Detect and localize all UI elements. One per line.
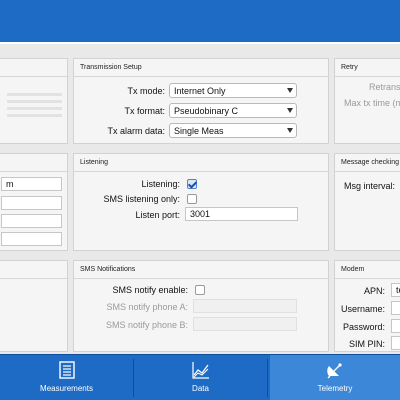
top-header-bar bbox=[0, 0, 400, 44]
list-icon bbox=[58, 361, 75, 384]
tx-format-value: Pseudobinary C bbox=[174, 106, 239, 116]
tab-telemetry-label: Telemetry bbox=[317, 384, 353, 393]
placeholder-stripe bbox=[7, 93, 62, 96]
sms-notify-phone-a-label: SMS notify phone A: bbox=[106, 302, 188, 312]
left-field-2[interactable] bbox=[1, 196, 62, 210]
tx-mode-select[interactable]: Internet Only bbox=[169, 83, 297, 98]
bottom-navigation-bar: Measurements Data Telemetry bbox=[0, 354, 400, 400]
placeholder-stripe bbox=[7, 114, 62, 117]
tab-measurements[interactable]: Measurements bbox=[0, 355, 133, 400]
listen-port-input[interactable]: 3001 bbox=[185, 207, 298, 221]
panel-divider bbox=[335, 76, 400, 77]
panel-divider bbox=[0, 278, 67, 279]
tx-format-label: Tx format: bbox=[124, 106, 165, 116]
dropdown-arrow-icon bbox=[287, 128, 293, 133]
dropdown-arrow-icon bbox=[287, 108, 293, 113]
sms-notify-phone-b-label: SMS notify phone B: bbox=[105, 320, 188, 330]
panel-title: SMS Notifications bbox=[80, 266, 136, 273]
panel-title: Listening bbox=[80, 159, 109, 166]
panel-divider bbox=[335, 278, 400, 279]
panel-title: Retry bbox=[341, 64, 358, 71]
message-checking-panel: Message checking Msg interval: bbox=[334, 153, 400, 251]
sim-pin-label: SIM PIN: bbox=[348, 339, 385, 349]
tx-mode-value: Internet Only bbox=[174, 86, 226, 96]
sms-notifications-panel: SMS Notifications SMS notify enable: SMS… bbox=[73, 260, 329, 352]
panel-title: Transmission Setup bbox=[80, 64, 142, 71]
nav-divider bbox=[267, 359, 268, 397]
sms-listening-only-checkbox[interactable] bbox=[187, 194, 197, 204]
password-label: Password: bbox=[342, 322, 385, 332]
password-input[interactable] bbox=[391, 319, 400, 333]
dropdown-arrow-icon bbox=[287, 88, 293, 93]
tab-data-label: Data bbox=[192, 384, 209, 393]
left-field-3[interactable] bbox=[1, 214, 62, 228]
listening-checkbox[interactable] bbox=[187, 179, 197, 189]
sms-notify-phone-b-input[interactable] bbox=[193, 317, 297, 331]
left-field-1-value: m bbox=[6, 179, 14, 189]
listening-panel: Listening Listening: SMS listening only:… bbox=[73, 153, 329, 251]
satellite-dish-icon bbox=[326, 361, 344, 384]
max-tx-time-label: Max tx time (m bbox=[344, 98, 400, 108]
apn-label: APN: bbox=[363, 286, 385, 296]
placeholder-stripe bbox=[7, 107, 62, 110]
placeholder-stripe bbox=[7, 100, 62, 103]
panel-divider bbox=[335, 171, 400, 172]
sim-pin-input[interactable] bbox=[391, 336, 400, 350]
apn-value: te bbox=[396, 285, 400, 295]
panel-divider bbox=[74, 76, 328, 77]
modem-panel: Modem APN: te Username: Password: SIM PI… bbox=[334, 260, 400, 352]
panel-divider bbox=[74, 278, 328, 279]
tab-measurements-label: Measurements bbox=[40, 384, 93, 393]
sms-listening-only-label: SMS listening only: bbox=[103, 194, 180, 204]
retry-panel: Retry Retransm Max tx time (m bbox=[334, 58, 400, 144]
listen-port-label: Listen port: bbox=[135, 210, 180, 220]
panel-title: Message checking bbox=[341, 159, 399, 166]
tx-alarm-data-select[interactable]: Single Meas bbox=[169, 123, 297, 138]
tx-format-select[interactable]: Pseudobinary C bbox=[169, 103, 297, 118]
tab-telemetry[interactable]: Telemetry bbox=[270, 355, 400, 400]
panel-divider bbox=[0, 171, 67, 172]
tx-alarm-data-value: Single Meas bbox=[174, 126, 224, 136]
tx-alarm-data-label: Tx alarm data: bbox=[107, 126, 165, 136]
panel-divider bbox=[0, 76, 67, 77]
left-field-1[interactable]: m bbox=[1, 177, 62, 191]
listen-port-value: 3001 bbox=[190, 209, 211, 219]
username-label: Username: bbox=[340, 304, 385, 314]
left-middle-panel: m bbox=[0, 153, 68, 251]
retransmit-label: Retransm bbox=[369, 82, 400, 92]
sms-notify-enable-label: SMS notify enable: bbox=[112, 285, 188, 295]
username-input[interactable] bbox=[391, 301, 400, 315]
apn-input[interactable]: te bbox=[391, 283, 400, 297]
transmission-setup-panel: Transmission Setup Tx mode: Internet Onl… bbox=[73, 58, 329, 144]
sms-notify-phone-a-input[interactable] bbox=[193, 299, 297, 313]
listening-label: Listening: bbox=[141, 179, 180, 189]
msg-interval-label: Msg interval: bbox=[344, 181, 396, 191]
tx-mode-label: Tx mode: bbox=[127, 86, 165, 96]
tab-data[interactable]: Data bbox=[134, 355, 267, 400]
left-bottom-panel bbox=[0, 260, 68, 352]
sms-notify-enable-checkbox[interactable] bbox=[195, 285, 205, 295]
left-top-panel bbox=[0, 58, 68, 144]
panel-divider bbox=[74, 171, 328, 172]
left-field-4[interactable] bbox=[1, 232, 62, 246]
line-chart-icon bbox=[191, 361, 210, 384]
panel-title: Modem bbox=[341, 266, 365, 273]
